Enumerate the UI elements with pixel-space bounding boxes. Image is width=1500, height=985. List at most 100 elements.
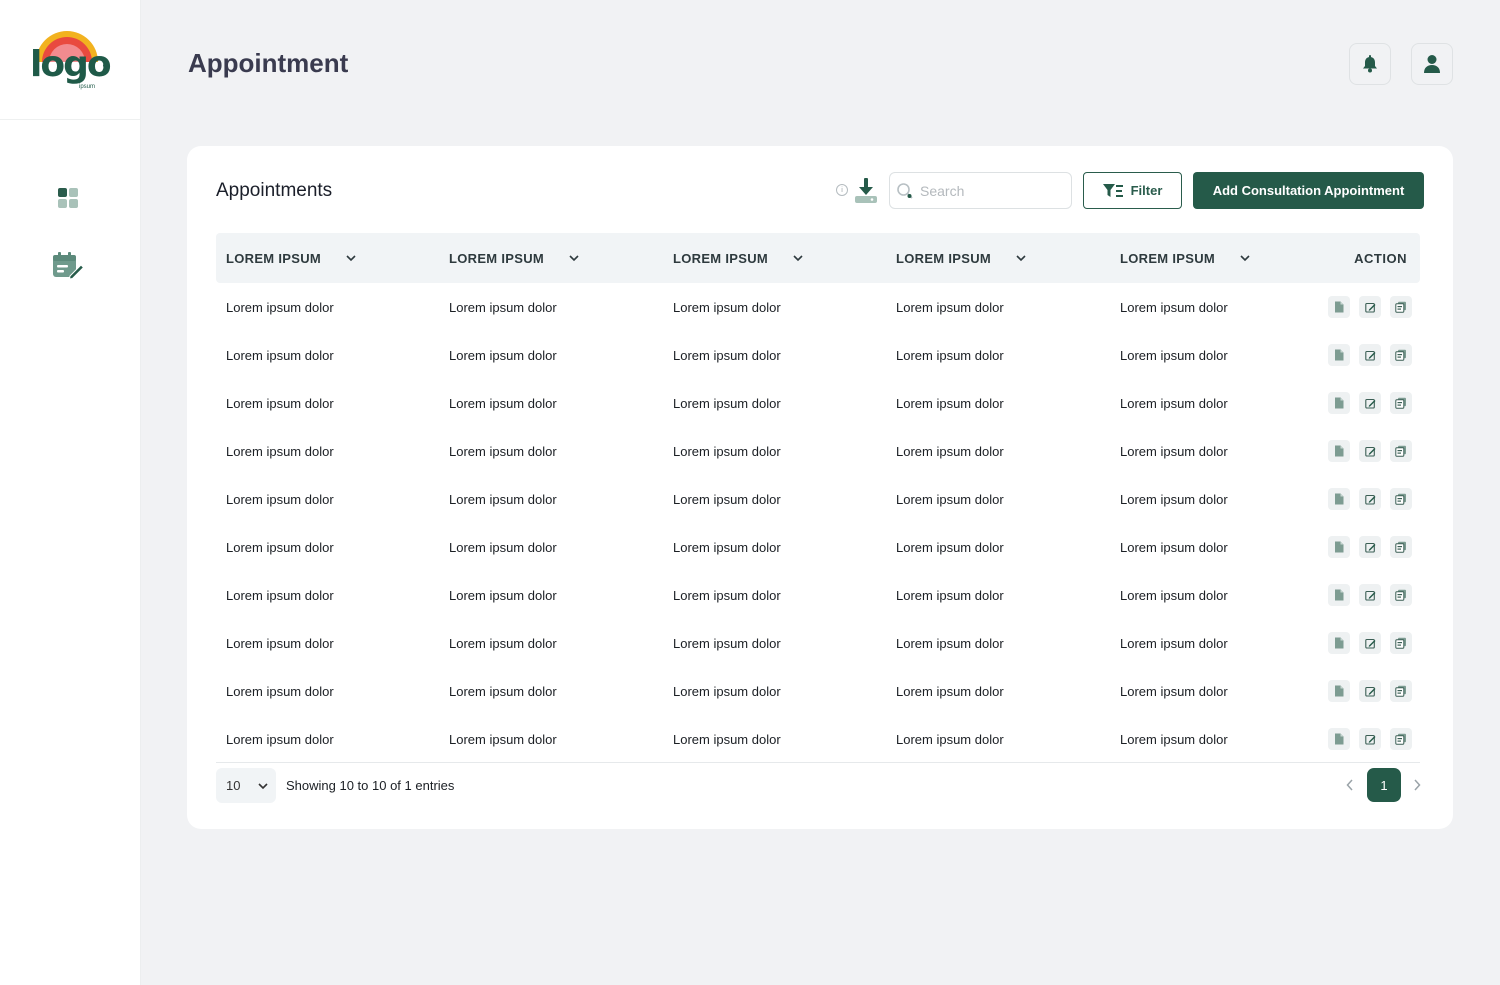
edit-icon	[1364, 590, 1376, 601]
edit-button[interactable]	[1359, 632, 1381, 654]
page-size-value: 10	[226, 778, 241, 793]
copy-button[interactable]	[1390, 728, 1412, 750]
table-cell: Lorem ipsum dolor	[226, 347, 334, 363]
table-cell: Lorem ipsum dolor	[896, 539, 1004, 555]
chevron-down-icon	[1016, 255, 1026, 262]
card-title: Appointments	[216, 180, 333, 201]
view-document-icon	[1334, 589, 1344, 601]
edit-button[interactable]	[1359, 536, 1381, 558]
view-document-icon	[1334, 541, 1344, 553]
table-cell: Lorem ipsum dolor	[1120, 587, 1228, 603]
table-cell: Lorem ipsum dolor	[226, 395, 334, 411]
appointments-card: Appointments i Filter Add Consultation A…	[187, 146, 1453, 829]
column-header-label: LOREM IPSUM	[673, 250, 769, 266]
edit-button[interactable]	[1359, 440, 1381, 462]
view-button[interactable]	[1328, 584, 1350, 606]
add-consultation-appointment-button[interactable]: Add Consultation Appointment	[1193, 172, 1424, 209]
column-header-2[interactable]: LOREM IPSUM	[449, 233, 579, 283]
view-button[interactable]	[1328, 392, 1350, 414]
view-button[interactable]	[1328, 632, 1350, 654]
copy-button[interactable]	[1390, 536, 1412, 558]
edit-button[interactable]	[1359, 680, 1381, 702]
edit-button[interactable]	[1359, 488, 1381, 510]
copy-icon	[1395, 493, 1407, 505]
table-cell: Lorem ipsum dolor	[1120, 731, 1228, 747]
table-cell: Lorem ipsum dolor	[226, 299, 334, 315]
column-header-1[interactable]: LOREM IPSUM	[226, 233, 356, 283]
table-row: Lorem ipsum dolor Lorem ipsum dolor Lorem …	[216, 427, 1420, 475]
page-button-current[interactable]: 1	[1367, 768, 1401, 802]
page-size-select[interactable]: 10	[216, 768, 276, 803]
copy-button[interactable]	[1390, 488, 1412, 510]
copy-button[interactable]	[1390, 344, 1412, 366]
copy-button[interactable]	[1390, 584, 1412, 606]
view-button[interactable]	[1328, 680, 1350, 702]
copy-icon	[1395, 397, 1407, 409]
search-input[interactable]	[920, 182, 1060, 199]
download-button[interactable]	[853, 177, 879, 205]
edit-button[interactable]	[1359, 392, 1381, 414]
column-header-5[interactable]: LOREM IPSUM	[1120, 233, 1250, 283]
view-button[interactable]	[1328, 488, 1350, 510]
grid-icon	[58, 188, 78, 208]
action-column-header: ACTION	[1354, 250, 1407, 266]
filter-button[interactable]: Filter	[1083, 172, 1182, 209]
copy-button[interactable]	[1390, 440, 1412, 462]
table-cell: Lorem ipsum dolor	[673, 539, 781, 555]
entries-info: Showing 10 to 10 of 1 entries	[286, 778, 455, 793]
chevron-right-icon	[1414, 779, 1421, 791]
table-cell: Lorem ipsum dolor	[1120, 347, 1228, 363]
table-row: Lorem ipsum dolor Lorem ipsum dolor Lorem …	[216, 475, 1420, 523]
copy-button[interactable]	[1390, 632, 1412, 654]
table-cell: Lorem ipsum dolor	[449, 587, 557, 603]
chevron-down-icon	[258, 783, 268, 790]
table-cell: Lorem ipsum dolor	[226, 539, 334, 555]
view-button[interactable]	[1328, 440, 1350, 462]
copy-button[interactable]	[1390, 680, 1412, 702]
view-document-icon	[1334, 637, 1344, 649]
column-header-4[interactable]: LOREM IPSUM	[896, 233, 1026, 283]
column-header-3[interactable]: LOREM IPSUM	[673, 233, 803, 283]
edit-button[interactable]	[1359, 728, 1381, 750]
edit-icon	[1364, 446, 1376, 457]
next-page-button[interactable]	[1410, 777, 1424, 793]
table-cell: Lorem ipsum dolor	[673, 587, 781, 603]
copy-button[interactable]	[1390, 392, 1412, 414]
sidebar-item-appointments[interactable]	[50, 248, 86, 284]
view-button[interactable]	[1328, 536, 1350, 558]
column-header-label: LOREM IPSUM	[449, 250, 545, 266]
edit-icon	[1364, 542, 1376, 553]
edit-icon	[1364, 734, 1376, 745]
view-button[interactable]	[1328, 728, 1350, 750]
view-button[interactable]	[1328, 344, 1350, 366]
edit-button[interactable]	[1359, 584, 1381, 606]
edit-button[interactable]	[1359, 344, 1381, 366]
edit-button[interactable]	[1359, 296, 1381, 318]
previous-page-button[interactable]	[1343, 777, 1357, 793]
table-cell: Lorem ipsum dolor	[226, 587, 334, 603]
download-icon	[855, 178, 877, 203]
table-cell: Lorem ipsum dolor	[673, 443, 781, 459]
copy-icon	[1395, 733, 1407, 745]
table-cell: Lorem ipsum dolor	[896, 635, 1004, 651]
table-cell: Lorem ipsum dolor	[449, 299, 557, 315]
chevron-down-icon	[346, 255, 356, 262]
copy-icon	[1395, 589, 1407, 601]
view-button[interactable]	[1328, 296, 1350, 318]
logo[interactable]: logo ipsum	[30, 29, 112, 91]
edit-icon	[1364, 398, 1376, 409]
search-box[interactable]	[889, 172, 1072, 209]
table-cell: Lorem ipsum dolor	[1120, 299, 1228, 315]
table-cell: Lorem ipsum dolor	[673, 299, 781, 315]
table-cell: Lorem ipsum dolor	[449, 683, 557, 699]
sidebar-item-dashboard[interactable]	[50, 180, 86, 216]
info-icon[interactable]: i	[836, 184, 848, 196]
table-cell: Lorem ipsum dolor	[673, 635, 781, 651]
notification-button[interactable]	[1349, 43, 1391, 85]
table-cell: Lorem ipsum dolor	[449, 443, 557, 459]
view-document-icon	[1334, 733, 1344, 745]
copy-button[interactable]	[1390, 296, 1412, 318]
profile-button[interactable]	[1411, 43, 1453, 85]
table-cell: Lorem ipsum dolor	[896, 395, 1004, 411]
table-cell: Lorem ipsum dolor	[449, 539, 557, 555]
